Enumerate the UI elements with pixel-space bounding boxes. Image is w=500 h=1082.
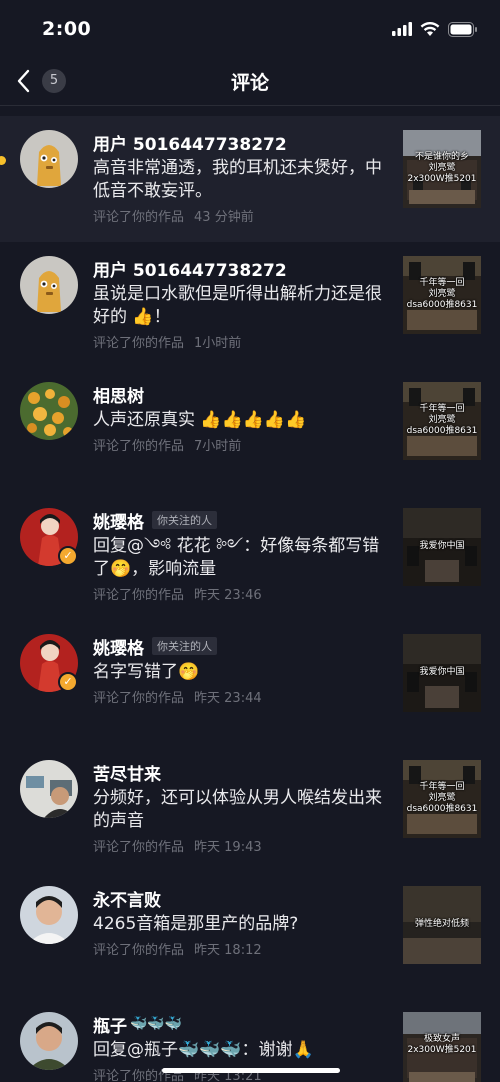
- wifi-icon: [420, 21, 440, 36]
- avatar[interactable]: [20, 130, 78, 188]
- video-thumbnail[interactable]: 不是谁你的乡 刘亮鹭 2x300W推5201: [403, 130, 481, 208]
- comment-author[interactable]: 用户 5016447738272: [93, 130, 287, 155]
- nav-bar: 5 评论: [0, 56, 500, 106]
- comment-text: 回复@瓶子🐳🐳🐳：谢谢🙏: [93, 1040, 314, 1060]
- comment-action: 评论了你的作品: [93, 691, 185, 706]
- comment-author[interactable]: 相思树: [93, 382, 144, 407]
- screen: 2:00 5 评论 用户 5016447738272 高音非常通透，我的耳机还未…: [0, 0, 500, 1082]
- video-thumbnail[interactable]: 千年等一回 刘亮鹭 dsa6000推8631: [403, 382, 481, 460]
- comment-text: 名字写错了🤭: [93, 662, 200, 682]
- comment-row[interactable]: 用户 5016447738272 高音非常通透，我的耳机还未煲好，中低音不敢妄评…: [0, 116, 500, 242]
- unread-dot: [0, 156, 6, 165]
- thumb-caption: 2x300W推5201: [407, 174, 477, 184]
- thumb-caption: 千年等一回: [419, 782, 465, 792]
- thumb-caption: 2x300W推5201: [407, 1045, 477, 1055]
- comment-text: 回复@༺ 花花 ༻：好像每条都写错了🤭，影响流量: [93, 536, 380, 579]
- comment-row[interactable]: 永不言败 4265音箱是那里产的品牌? 评论了你的作品 昨天 18:12 弹性绝对…: [0, 872, 500, 998]
- avatar[interactable]: [20, 382, 78, 440]
- comment-row[interactable]: ✓ 姚璎格 你关注的人 名字写错了🤭 评论了你的作品 昨天 23:44 我爱你中国: [0, 620, 500, 746]
- thumb-caption: dsa6000推8631: [406, 300, 478, 310]
- thumb-caption: 我爱你中国: [419, 541, 465, 551]
- comment-meta: 评论了你的作品 昨天 18:12: [93, 939, 393, 958]
- video-thumbnail[interactable]: 弹性绝对低频: [403, 886, 481, 964]
- thumb-caption: 刘亮鹭: [428, 793, 456, 803]
- comment-row[interactable]: 苦尽甘来 分频好，还可以体验从男人喉结发出来的声音 评论了你的作品 昨天 19:4…: [0, 746, 500, 872]
- comment-action: 评论了你的作品: [93, 336, 185, 351]
- comment-time: 7小时前: [194, 439, 242, 454]
- following-tag: 你关注的人: [152, 511, 217, 529]
- thumb-caption: 刘亮鹭: [428, 163, 456, 173]
- whale-icon: 🐳🐳🐳: [130, 1016, 183, 1032]
- comment-action: 评论了你的作品: [93, 588, 185, 603]
- avatar[interactable]: [20, 1012, 78, 1070]
- thumb-caption: 弹性绝对低频: [414, 919, 469, 929]
- video-thumbnail[interactable]: 极致女声 2x300W推5201: [403, 1012, 481, 1082]
- comment-time: 昨天 18:12: [194, 943, 262, 958]
- thumb-caption: 极致女声: [423, 1034, 460, 1044]
- thumb-caption: 千年等一回: [419, 278, 465, 288]
- comment-list: 用户 5016447738272 高音非常通透，我的耳机还未煲好，中低音不敢妄评…: [0, 116, 500, 1082]
- comment-author[interactable]: 姚璎格: [93, 634, 144, 659]
- comment-time: 1小时前: [194, 336, 242, 351]
- thumb-caption: 不是谁你的乡: [414, 152, 469, 162]
- home-indicator[interactable]: [162, 1068, 340, 1073]
- comment-time: 昨天 19:43: [194, 840, 262, 855]
- comment-meta: 评论了你的作品 7小时前: [93, 435, 393, 454]
- verified-badge-icon: ✓: [58, 546, 78, 566]
- video-thumbnail[interactable]: 我爱你中国: [403, 508, 481, 586]
- comment-content: 苦尽甘来 分频好，还可以体验从男人喉结发出来的声音 评论了你的作品 昨天 19:4…: [93, 760, 393, 856]
- avatar[interactable]: [20, 760, 78, 818]
- comment-row[interactable]: ✓ 姚璎格 你关注的人 回复@༺ 花花 ༻：好像每条都写错了🤭，影响流量 评论了…: [0, 494, 500, 620]
- video-thumbnail[interactable]: 千年等一回 刘亮鹭 dsa6000推8631: [403, 256, 481, 334]
- comment-action: 评论了你的作品: [93, 439, 185, 454]
- comment-action: 评论了你的作品: [93, 210, 185, 225]
- comment-meta: 评论了你的作品 43 分钟前: [93, 206, 393, 225]
- comment-meta: 评论了你的作品 昨天 23:46: [93, 584, 393, 603]
- video-thumbnail[interactable]: 千年等一回 刘亮鹭 dsa6000推8631: [403, 760, 481, 838]
- thumb-caption: 刘亮鹭: [428, 289, 456, 299]
- comment-text: 高音非常通透，我的耳机还未煲好，中低音不敢妄评。: [93, 158, 382, 201]
- video-thumbnail[interactable]: 我爱你中国: [403, 634, 481, 712]
- comment-content: 相思树 人声还原真实 👍👍👍👍👍 评论了你的作品 7小时前: [93, 382, 393, 455]
- comment-row[interactable]: 相思树 人声还原真实 👍👍👍👍👍 评论了你的作品 7小时前 千年等一回 刘亮鹭 d…: [0, 368, 500, 494]
- page-title: 评论: [230, 72, 269, 94]
- status-time: 2:00: [42, 18, 92, 40]
- comment-author[interactable]: 瓶子: [93, 1012, 127, 1037]
- comment-text: 4265音箱是那里产的品牌?: [93, 914, 299, 934]
- comment-author[interactable]: 永不言败: [93, 886, 161, 911]
- comment-content: 永不言败 4265音箱是那里产的品牌? 评论了你的作品 昨天 18:12: [93, 886, 393, 959]
- status-bar: 2:00: [0, 0, 500, 56]
- comment-author[interactable]: 姚璎格: [93, 508, 144, 533]
- comment-content: 姚璎格 你关注的人 名字写错了🤭 评论了你的作品 昨天 23:44: [93, 634, 393, 706]
- verified-badge-icon: ✓: [58, 672, 78, 692]
- battery-icon: [448, 21, 477, 37]
- comment-meta: 评论了你的作品 昨天 23:44: [93, 687, 393, 706]
- comment-time: 昨天 23:46: [194, 588, 262, 603]
- comment-meta: 评论了你的作品 昨天 19:43: [93, 836, 393, 855]
- comment-author[interactable]: 苦尽甘来: [93, 760, 161, 785]
- thumb-caption: dsa6000推8631: [406, 804, 478, 814]
- comment-action: 评论了你的作品: [93, 943, 185, 958]
- comment-text: 分频好，还可以体验从男人喉结发出来的声音: [93, 788, 382, 831]
- thumb-caption: dsa6000推8631: [406, 426, 478, 436]
- thumb-caption: 刘亮鹭: [428, 415, 456, 425]
- avatar[interactable]: [20, 256, 78, 314]
- comment-text: 人声还原真实 👍👍👍👍👍: [93, 410, 307, 430]
- status-icons: [392, 21, 478, 37]
- comment-time: 昨天 23:44: [194, 691, 262, 706]
- comment-author[interactable]: 用户 5016447738272: [93, 256, 287, 281]
- avatar[interactable]: [20, 886, 78, 944]
- comment-action: 评论了你的作品: [93, 840, 185, 855]
- thumb-caption: 千年等一回: [419, 404, 465, 414]
- comment-content: 用户 5016447738272 虽说是口水歌但是听得出解析力还是很好的 👍！ …: [93, 256, 393, 352]
- comment-meta: 评论了你的作品 1小时前: [93, 332, 393, 351]
- following-tag: 你关注的人: [152, 637, 217, 655]
- thumb-caption: 我爱你中国: [419, 667, 465, 677]
- comment-row[interactable]: 用户 5016447738272 虽说是口水歌但是听得出解析力还是很好的 👍！ …: [0, 242, 500, 368]
- comment-text: 虽说是口水歌但是听得出解析力还是很好的 👍！: [93, 284, 382, 327]
- comment-content: 姚璎格 你关注的人 回复@༺ 花花 ༻：好像每条都写错了🤭，影响流量 评论了你的…: [93, 508, 393, 603]
- comment-content: 用户 5016447738272 高音非常通透，我的耳机还未煲好，中低音不敢妄评…: [93, 130, 393, 226]
- signal-icon: [392, 22, 412, 36]
- comment-time: 43 分钟前: [194, 210, 254, 225]
